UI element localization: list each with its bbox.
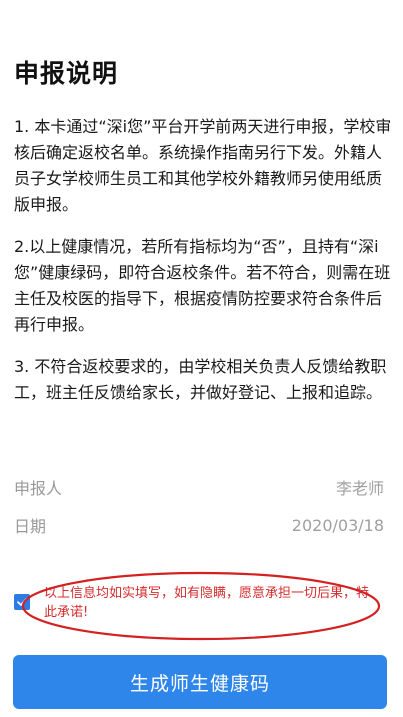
check-icon (17, 598, 28, 606)
reporter-label: 申报人 (14, 479, 63, 498)
instruction-item-1: 1. 本卡通过“深i您”平台开学前两天进行申报，学校审核后确定返校名单。系统操作… (14, 117, 392, 214)
instruction-item-2: 2.以上健康情况，若所有指标均为“否”，且持有“深i您”健康绿码，即符合返校条件… (14, 237, 391, 334)
reporter-value: 李老师 (335, 479, 384, 498)
date-row[interactable]: 日期 2020/03/18 (14, 512, 384, 538)
instruction-item-3: 3. 不符合返校要求的，由学校相关负责人反馈给教职工，班主任反馈给家长，并做好登… (14, 357, 387, 402)
confirm-checkbox[interactable] (14, 594, 30, 610)
page-title: 申报说明 (14, 59, 119, 88)
reporter-row[interactable]: 申报人 李老师 (14, 474, 384, 500)
date-value: 2020/03/18 (291, 515, 384, 535)
confirmation-text: 以上信息均如实填写，如有隐瞒，愿意承担一切后果，特此承诺! (44, 586, 370, 620)
generate-health-code-button[interactable]: 生成师生健康码 (13, 655, 387, 709)
date-label: 日期 (14, 517, 47, 536)
confirmation-block: 以上信息均如实填写，如有隐瞒，愿意承担一切后果，特此承诺! (14, 584, 384, 624)
